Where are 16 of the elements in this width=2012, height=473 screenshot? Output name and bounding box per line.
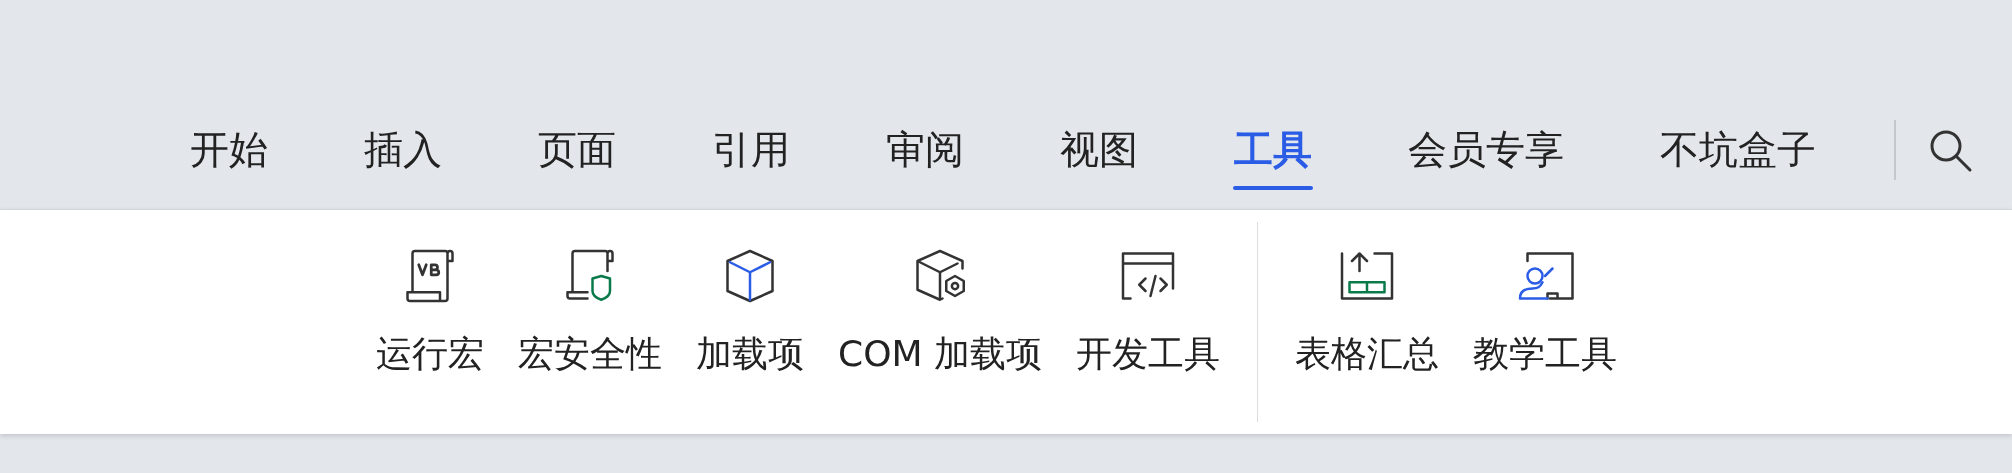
ribbon-button[interactable]: 运行宏 (359, 246, 501, 379)
ribbon-tab[interactable]: 开始 (142, 109, 316, 190)
ribbon-tab[interactable]: 引用 (664, 109, 838, 190)
ribbon-button[interactable]: 表格汇总 (1278, 246, 1456, 379)
ribbon-tab[interactable]: 页面 (490, 109, 664, 190)
ribbon-button[interactable]: 宏安全性 (501, 246, 679, 379)
ribbon-tab[interactable]: 视图 (1012, 109, 1186, 190)
ribbon-button[interactable]: 教学工具 (1456, 246, 1634, 379)
ribbon-tab[interactable]: 不坑盒子 (1612, 109, 1864, 190)
ribbon-tab[interactable]: 插入 (316, 109, 490, 190)
ribbon-tab[interactable]: 会员专享 (1360, 109, 1612, 190)
ribbon-tab[interactable]: 审阅 (838, 109, 1012, 190)
ribbon-tab[interactable]: 工具 (1186, 109, 1360, 190)
ribbon-button[interactable]: 开发工具 (1059, 246, 1237, 379)
ribbon-button[interactable]: COM 加载项 (821, 246, 1059, 379)
ribbon-button[interactable]: 加载项 (679, 246, 821, 379)
